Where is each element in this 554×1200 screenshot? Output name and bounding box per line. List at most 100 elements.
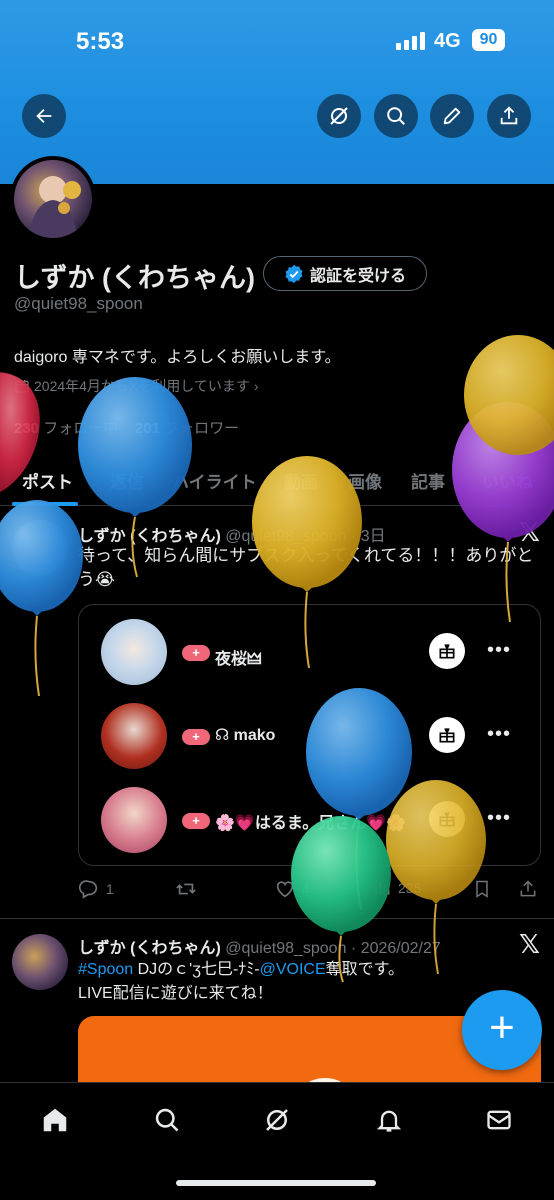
nav-grok[interactable] [260,1103,294,1137]
gift-icon [439,728,455,743]
reply-icon [78,880,98,899]
post-author-name[interactable]: しずか (くわちゃん) [78,528,221,545]
pencil-icon [443,107,461,125]
post-text-line: #Spoon DJのｃ'ʒ七巳-ﾅﾐ-@VOICE奪取です。 [78,958,404,982]
repost-icon [176,883,196,895]
bookmark-icon [476,880,488,898]
profile-handle: @quiet98_spoon [14,294,143,313]
signal-icon [396,32,426,50]
post-author-handle: @quiet98_spoon [225,940,347,957]
post-author-name[interactable]: しずか (くわちゃん) [78,940,221,957]
more-icon[interactable]: ••• [487,639,511,662]
tab-highlights[interactable]: ハイライト [172,468,257,493]
post-avatar[interactable] [12,520,68,576]
hashtag-link[interactable]: #Spoon [78,961,133,978]
nav-messages[interactable] [482,1103,516,1137]
tab-videos[interactable]: 動画 [284,468,318,493]
verified-badge-icon [285,264,303,283]
reply-button[interactable]: 1 [78,878,114,900]
bookmark-button[interactable] [472,878,492,900]
search-icon [155,1108,179,1132]
status-time: 5:53 [76,28,125,55]
edit-button[interactable] [430,94,474,138]
gift-icon [439,812,455,827]
joined-date[interactable]: 2024年4月からXを利用しています › [14,376,259,396]
bell-icon [376,1110,402,1132]
balloon [464,335,554,455]
joined-text: 2024年4月からXを利用しています [34,378,250,394]
embedded-card[interactable]: + 夜桜🜲 ••• + ☊ mako ••• + 🌸💗はるま。兄さん💗🌸 ••• [78,604,541,866]
compose-post-button[interactable]: + [462,990,542,1070]
follow-stats: 230 フォロー中 201 フォロワー [14,417,239,438]
tab-replies[interactable]: 返信 [110,468,144,493]
add-badge: + [182,645,210,661]
post-text-end: 奪取です。 [325,961,405,978]
post-text-mid: DJのｃ'ʒ七巳-ﾅﾐ- [133,961,260,978]
add-badge: + [182,813,210,829]
chevron-right-icon: › [253,378,259,394]
more-icon[interactable]: ••• [487,723,511,746]
tab-likes[interactable]: いいね [482,468,533,493]
post-text[interactable]: #Spoon DJのｃ'ʒ七巳-ﾅﾐ-@VOICE奪取です。 LIVE配信に遊び… [78,958,404,1006]
gift-icon [439,644,455,659]
views-button[interactable]: 235 [372,878,421,898]
get-verified-label: 認証を受ける [309,267,406,285]
grok-icon [330,107,348,125]
gift-button[interactable] [429,801,465,837]
heart-icon [276,881,294,898]
followers-label: フォロワー [164,420,240,437]
card-row[interactable]: + 🌸💗はるま。兄さん💗🌸 ••• [79,787,542,857]
grok-button[interactable] [317,94,361,138]
display-name: しずか (くわちゃん) [14,263,255,293]
search-button[interactable] [374,94,418,138]
row-name: 夜桜🜲 [215,651,262,668]
post-time: 3日 [360,528,386,545]
share-icon [520,880,536,897]
add-badge: + [182,729,210,745]
following-count: 230 [14,420,40,437]
back-button[interactable] [22,94,66,138]
x-logo-icon: 𝕏 [519,930,540,960]
nav-home[interactable] [38,1103,72,1137]
status-bar: 5:53 4G 90 [0,0,554,80]
views-icon [375,882,390,895]
post-time: 2026/02/27 [360,940,441,957]
followers-link[interactable]: 201 フォロワー [135,420,239,437]
profile-avatar[interactable] [10,156,96,242]
tab-images[interactable]: 画像 [348,468,382,493]
home-indicator [176,1180,376,1186]
post-text[interactable]: 待って、知らん間にサブスク入ってくれてる！！！ありがと う😭 [78,544,533,592]
following-link[interactable]: 230 フォロー中 [14,420,118,437]
network-type: 4G [434,30,461,52]
share-button[interactable] [487,94,531,138]
post-actions: 1 4 235 [78,878,548,904]
gift-button[interactable] [429,633,465,669]
row-name: 🌸💗はるま。兄さん💗🌸 [215,815,407,832]
followers-count: 201 [134,420,160,437]
get-verified-button[interactable]: 認証を受ける [263,256,427,291]
like-button[interactable]: 4 [274,878,310,900]
tab-articles[interactable]: 記事 [411,468,445,493]
tab-posts[interactable]: ポスト [22,468,73,493]
mail-icon [487,1110,511,1130]
repost-button[interactable] [174,878,198,900]
grok-icon [266,1109,288,1131]
mention-link[interactable]: @VOICE [260,961,326,978]
reply-count: 1 [106,881,114,897]
card-row[interactable]: + 夜桜🜲 ••• [79,619,542,689]
post-avatar[interactable] [12,934,68,990]
more-icon[interactable]: ••• [487,807,511,830]
nav-notifications[interactable] [372,1103,406,1137]
card-row[interactable]: + ☊ mako ••• [79,703,542,773]
post-share-button[interactable] [518,878,538,900]
row-avatar [101,787,167,853]
post-author-handle: @quiet98_spoon [225,528,347,545]
gift-button[interactable] [429,717,465,753]
battery-indicator: 90 [472,29,505,51]
row-name: ☊ mako [215,727,276,744]
post-header: しずか (くわちゃん) @quiet98_spoon · 2026/02/27 [78,934,441,958]
nav-search[interactable] [150,1103,184,1137]
search-icon [387,107,405,125]
active-tab-indicator [12,502,78,506]
post-dot: · [346,940,361,957]
